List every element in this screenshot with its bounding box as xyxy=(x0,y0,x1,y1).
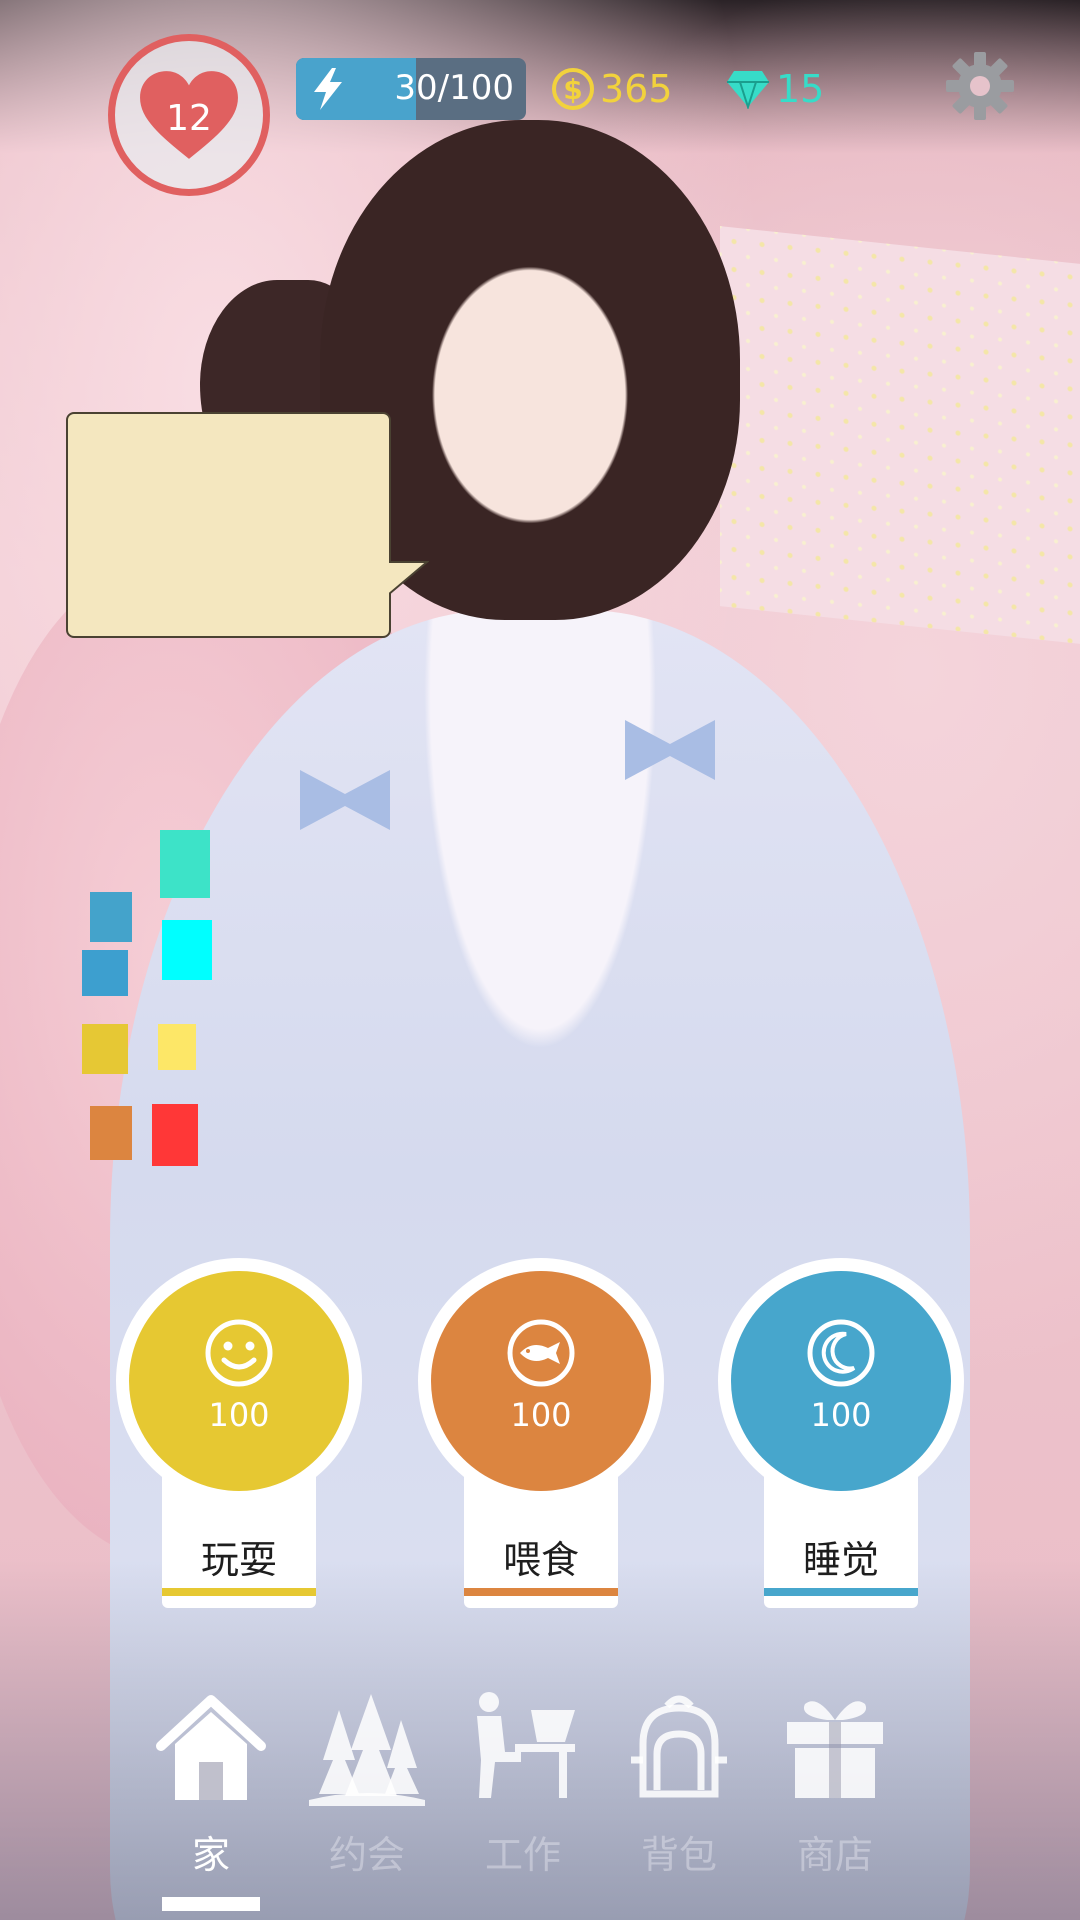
feed-action[interactable]: 100 喂食 xyxy=(418,1258,664,1608)
nav-label-work: 工作 xyxy=(484,1833,561,1877)
nav-item-home[interactable]: 家 xyxy=(136,1690,286,1920)
sleep-value: 100 xyxy=(810,1396,872,1434)
nav-item-date[interactable]: 约会 xyxy=(292,1690,442,1920)
feed-underline xyxy=(464,1588,618,1596)
stat-square-teal xyxy=(160,830,210,898)
gear-icon[interactable] xyxy=(944,50,1016,122)
stat-square-orange xyxy=(90,1106,132,1160)
coin-counter[interactable]: $ 365 xyxy=(552,64,673,114)
nav-item-shop[interactable]: 商店 xyxy=(760,1690,910,1920)
play-circle[interactable]: 100 xyxy=(116,1258,362,1504)
sleep-circle[interactable]: 100 xyxy=(718,1258,964,1504)
nav-label-home: 家 xyxy=(191,1833,230,1877)
gem-icon xyxy=(727,71,769,109)
nav-item-work[interactable]: 工作 xyxy=(448,1690,598,1920)
gift-icon xyxy=(787,1701,883,1798)
sleep-action[interactable]: 100 睡觉 xyxy=(718,1258,964,1608)
stat-square-blue-2 xyxy=(82,950,128,996)
smiley-icon xyxy=(205,1319,273,1387)
nav-label-shop: 商店 xyxy=(796,1833,873,1877)
stat-square-light-yellow xyxy=(158,1024,196,1070)
trees-icon xyxy=(309,1694,425,1806)
sleep-circle-inner: 100 xyxy=(731,1271,951,1491)
coin-amount: 365 xyxy=(600,67,673,111)
feed-label: 喂食 xyxy=(502,1538,579,1582)
play-circle-inner: 100 xyxy=(129,1271,349,1491)
stat-square-blue xyxy=(90,892,132,942)
stat-square-red xyxy=(152,1104,198,1166)
stat-square-yellow xyxy=(82,1024,128,1074)
nav-active-indicator xyxy=(162,1897,260,1911)
desk-icon xyxy=(477,1692,575,1798)
play-action[interactable]: 100 玩耍 xyxy=(116,1258,362,1608)
feed-value: 100 xyxy=(510,1396,572,1434)
speech-bubble xyxy=(66,412,391,638)
feed-circle-inner: 100 xyxy=(431,1271,651,1491)
gem-counter[interactable]: 15 xyxy=(726,64,824,114)
backpack-icon xyxy=(631,1695,727,1798)
energy-text: 30/100 xyxy=(394,68,514,108)
home-icon xyxy=(156,1695,266,1800)
moon-icon xyxy=(807,1319,875,1387)
level-number: 12 xyxy=(166,97,212,139)
sleep-underline xyxy=(764,1588,918,1596)
play-underline xyxy=(162,1588,316,1596)
energy-bar[interactable]: 30/100 xyxy=(296,58,526,120)
gem-amount: 15 xyxy=(776,67,825,111)
star-curtain xyxy=(720,226,1080,644)
nav-label-date: 约会 xyxy=(328,1833,405,1877)
stat-square-cyan xyxy=(162,920,212,980)
nav-label-backpack: 背包 xyxy=(640,1833,717,1877)
play-label: 玩耍 xyxy=(200,1538,277,1582)
play-value: 100 xyxy=(208,1396,270,1434)
coin-icon: $ xyxy=(552,68,594,110)
feed-circle[interactable]: 100 xyxy=(418,1258,664,1504)
bottom-nav: 家 约会 工作 背包 商店 xyxy=(0,1690,1080,1920)
lightning-icon xyxy=(314,68,342,110)
level-badge[interactable]: 12 xyxy=(108,34,270,196)
speech-bubble-tail xyxy=(389,561,429,595)
sleep-label: 睡觉 xyxy=(802,1538,879,1582)
fish-icon xyxy=(507,1319,575,1387)
nav-item-backpack[interactable]: 背包 xyxy=(604,1690,754,1920)
